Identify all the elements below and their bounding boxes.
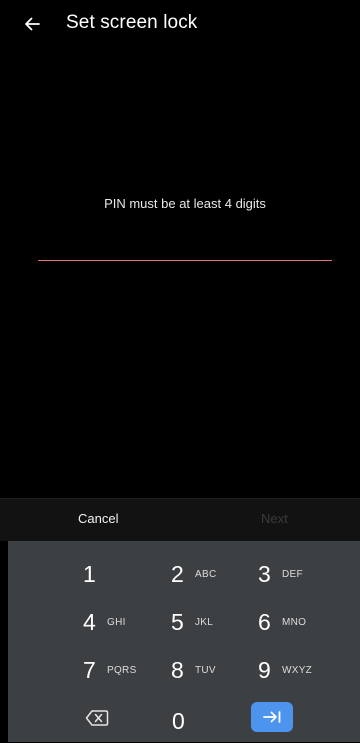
key-digit: 5: [171, 608, 184, 635]
back-button[interactable]: [20, 12, 44, 36]
pin-requirement-message: PIN must be at least 4 digits: [104, 196, 266, 211]
key-digit: 9: [258, 656, 271, 683]
backspace-key[interactable]: [83, 705, 111, 731]
backspace-icon: [85, 710, 109, 726]
tab-enter-icon: [263, 711, 281, 723]
key-7[interactable]: 7 PQRS: [83, 648, 137, 692]
key-8[interactable]: 8 TUV: [171, 648, 216, 692]
key-9[interactable]: 9 WXYZ: [258, 648, 312, 692]
key-0[interactable]: 0: [172, 699, 185, 743]
key-3[interactable]: 3 DEF: [258, 552, 303, 596]
key-letters: WXYZ: [282, 664, 313, 676]
keypad-edge: [0, 541, 8, 742]
key-letters: JKL: [195, 616, 214, 628]
numeric-keypad: 1 2 ABC 3 DEF 4 GHI 5 JKL 6 MNO 7 PQRS 8…: [8, 541, 360, 742]
key-letters: PQRS: [107, 664, 137, 676]
key-digit: 3: [258, 560, 271, 587]
key-letters: GHI: [107, 616, 126, 628]
key-letters: TUV: [195, 664, 216, 676]
pin-input[interactable]: [38, 232, 332, 261]
key-2[interactable]: 2 ABC: [171, 552, 216, 596]
enter-key[interactable]: [251, 702, 293, 732]
key-digit: 8: [171, 656, 184, 683]
key-5[interactable]: 5 JKL: [171, 600, 213, 644]
key-letters: MNO: [282, 616, 307, 628]
key-digit: 2: [171, 560, 184, 587]
key-digit: 6: [258, 608, 271, 635]
key-4[interactable]: 4 GHI: [83, 600, 126, 644]
action-bar: Cancel Next: [0, 498, 360, 542]
key-digit: 1: [83, 560, 96, 587]
app-bar: Set screen lock: [0, 0, 360, 48]
key-digit: 4: [83, 608, 96, 635]
key-digit: 7: [83, 656, 96, 683]
key-letters: ABC: [195, 568, 217, 580]
key-6[interactable]: 6 MNO: [258, 600, 306, 644]
key-1[interactable]: 1: [83, 552, 107, 596]
key-letters: DEF: [282, 568, 303, 580]
cancel-button[interactable]: Cancel: [78, 511, 118, 526]
next-button[interactable]: Next: [261, 511, 288, 526]
page-title: Set screen lock: [66, 12, 198, 33]
key-digit: 0: [172, 707, 185, 734]
arrow-back-icon: [25, 17, 40, 31]
